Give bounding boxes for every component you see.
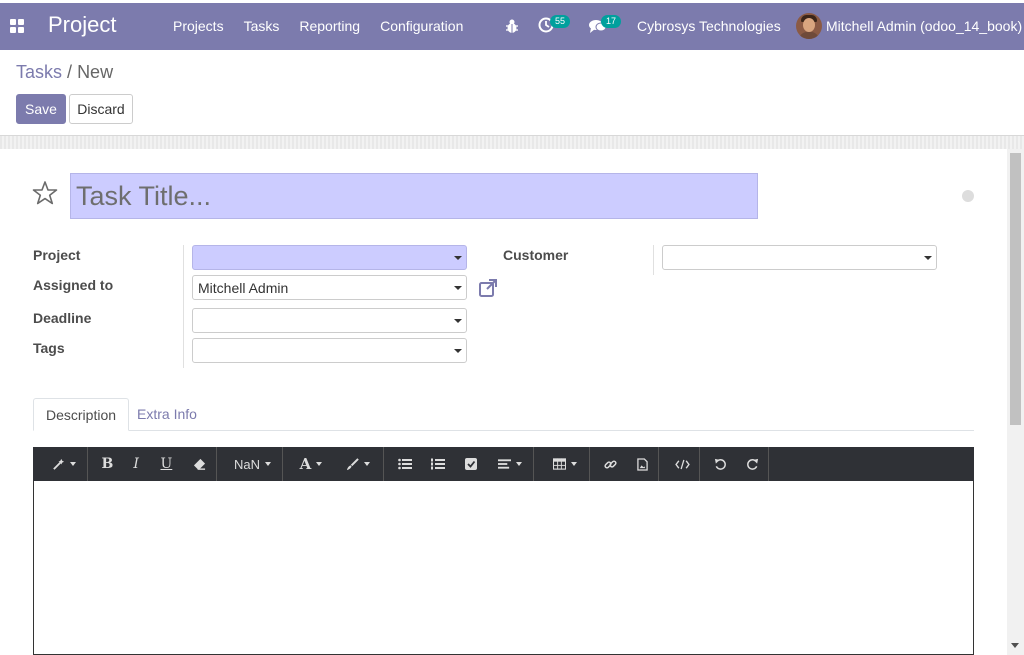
tags-field[interactable] <box>192 338 467 363</box>
app-name[interactable]: Project <box>48 12 116 38</box>
menu-item-projects[interactable]: Projects <box>173 18 224 34</box>
toolbar-group-fontsize: NaN <box>223 447 283 481</box>
toolbar-group-lists <box>389 447 534 481</box>
notebook-tabs: Description Extra Info <box>33 398 974 431</box>
font-color-icon[interactable]: A <box>288 447 334 481</box>
project-label: Project <box>33 247 81 263</box>
toolbar-group-history <box>705 447 769 481</box>
tags-dropdown-caret-icon[interactable] <box>454 349 462 353</box>
deadline-field[interactable] <box>192 308 467 333</box>
kanban-state-indicator[interactable] <box>962 190 974 202</box>
bullet-list-icon[interactable] <box>389 447 421 481</box>
top-navbar: Project Projects Tasks Reporting Configu… <box>0 0 1024 50</box>
user-avatar[interactable] <box>796 13 822 39</box>
toolbar-group-color: A <box>288 447 384 481</box>
toolbar-group-code <box>665 447 700 481</box>
customer-dropdown-caret-icon[interactable] <box>924 256 932 260</box>
assigned-to-value: Mitchell Admin <box>198 280 289 296</box>
breadcrumb-current: New <box>77 62 114 82</box>
undo-icon[interactable] <box>705 447 737 481</box>
deadline-label: Deadline <box>33 310 92 326</box>
italic-button[interactable]: I <box>122 447 151 481</box>
deadline-dropdown-caret-icon[interactable] <box>454 319 462 323</box>
eraser-icon[interactable] <box>182 447 216 481</box>
link-icon[interactable] <box>595 447 627 481</box>
external-link-icon[interactable] <box>478 278 498 298</box>
scrollbar-thumb[interactable] <box>1010 153 1021 425</box>
scroll-down-arrow-icon[interactable] <box>1011 643 1019 648</box>
message-count-badge: 17 <box>601 15 622 28</box>
bold-button[interactable]: B <box>93 447 122 481</box>
customer-field[interactable] <box>662 245 937 270</box>
save-button[interactable]: Save <box>16 94 66 124</box>
assigned-to-field[interactable]: Mitchell Admin <box>192 275 467 300</box>
tab-extra-info[interactable]: Extra Info <box>125 398 209 431</box>
company-switcher[interactable]: Cybrosys Technologies <box>637 18 781 34</box>
redo-icon[interactable] <box>737 447 769 481</box>
magic-wand-icon[interactable] <box>41 447 87 481</box>
right-group-separator <box>653 245 654 275</box>
discard-button[interactable]: Discard <box>69 94 133 124</box>
assigned-to-label: Assigned to <box>33 277 114 293</box>
paragraph-align-icon[interactable] <box>487 447 532 481</box>
project-field[interactable] <box>192 245 467 270</box>
menu-item-configuration[interactable]: Configuration <box>380 18 463 34</box>
apps-menu-icon[interactable] <box>10 19 24 33</box>
underline-button[interactable]: U <box>151 447 183 481</box>
menu-item-tasks[interactable]: Tasks <box>244 18 280 34</box>
menu-item-reporting[interactable]: Reporting <box>299 18 360 34</box>
breadcrumb-tasks-link[interactable]: Tasks <box>16 62 62 82</box>
debug-bug-icon[interactable] <box>505 18 519 34</box>
checklist-icon[interactable] <box>455 447 487 481</box>
toolbar-group-insert <box>595 447 659 481</box>
toolbar-group-table <box>540 447 590 481</box>
activity-count-badge: 55 <box>550 15 571 28</box>
paint-brush-icon[interactable] <box>334 447 382 481</box>
editor-toolbar: B I U NaN A <box>33 447 974 481</box>
customer-label: Customer <box>503 247 569 263</box>
main-menu: Projects Tasks Reporting Configuration <box>173 18 483 34</box>
breadcrumb-separator: / <box>67 62 73 82</box>
project-dropdown-caret-icon[interactable] <box>454 256 462 260</box>
image-icon[interactable] <box>627 447 659 481</box>
vertical-scrollbar[interactable] <box>1007 149 1024 655</box>
priority-star-icon[interactable] <box>32 180 58 206</box>
user-menu[interactable]: Mitchell Admin (odoo_14_book) <box>826 18 1022 34</box>
breadcrumb: Tasks / New <box>16 62 113 83</box>
task-title-input[interactable] <box>70 173 758 219</box>
tags-label: Tags <box>33 340 65 356</box>
control-panel-divider <box>0 135 1024 149</box>
code-view-icon[interactable] <box>665 447 699 481</box>
tab-description[interactable]: Description <box>33 398 130 431</box>
font-size-value: NaN <box>233 456 260 472</box>
toolbar-group-style <box>41 447 88 481</box>
description-editor[interactable] <box>33 481 974 655</box>
left-group-separator <box>183 245 184 368</box>
numbered-list-icon[interactable] <box>421 447 455 481</box>
toolbar-group-font: B I U <box>93 447 217 481</box>
font-size-dropdown[interactable]: NaN <box>223 447 282 481</box>
assigned-to-dropdown-caret-icon[interactable] <box>454 286 462 290</box>
table-icon[interactable] <box>540 447 589 481</box>
